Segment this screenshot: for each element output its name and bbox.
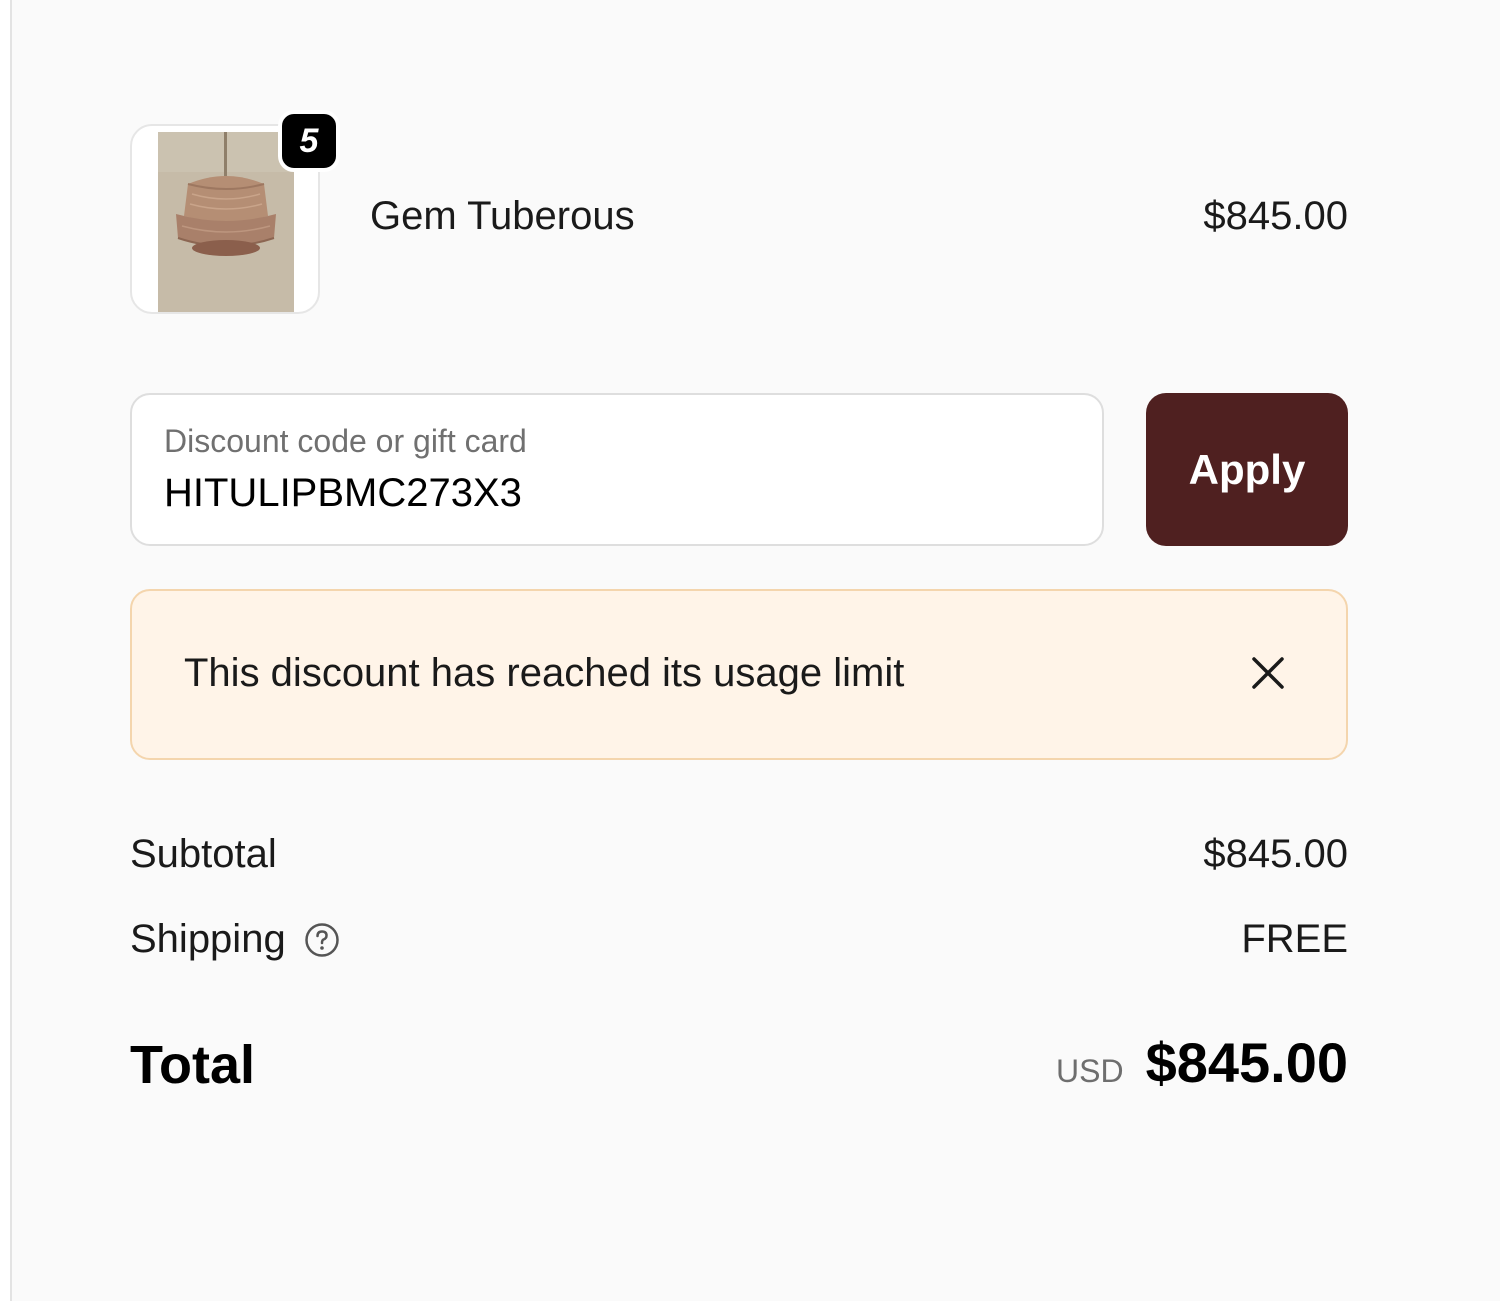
close-icon[interactable] — [1248, 653, 1288, 693]
discount-field-label: Discount code or gift card — [164, 423, 527, 459]
shipping-label-group: Shipping — [130, 917, 340, 962]
shipping-row: Shipping FREE — [130, 917, 1348, 967]
line-item: 5 Gem Tuberous $845.00 — [130, 110, 1348, 322]
total-label: Total — [130, 1035, 255, 1095]
quantity-badge: 5 — [278, 110, 340, 172]
apply-button[interactable]: Apply — [1146, 393, 1348, 546]
total-amount-group: USD $845.00 — [1056, 1030, 1348, 1095]
product-thumbnail: 5 — [130, 110, 340, 314]
discount-code-field[interactable]: Discount code or gift card HITULIPBMC273… — [130, 393, 1104, 546]
discount-row: Discount code or gift card HITULIPBMC273… — [130, 393, 1348, 546]
shipping-label: Shipping — [130, 917, 286, 961]
product-price: $845.00 — [1203, 194, 1348, 238]
shipping-value: FREE — [1241, 917, 1348, 961]
subtotal-label: Subtotal — [130, 832, 277, 876]
question-circle-icon[interactable] — [304, 922, 340, 958]
total-value: $845.00 — [1145, 1031, 1348, 1094]
total-row: Total USD $845.00 — [130, 1030, 1348, 1100]
discount-error-banner: This discount has reached its usage limi… — [130, 589, 1348, 760]
product-name: Gem Tuberous — [370, 194, 635, 238]
discount-field-value[interactable]: HITULIPBMC273X3 — [164, 471, 522, 516]
order-summary-panel: 5 Gem Tuberous $845.00 Discount code or … — [10, 0, 1500, 1301]
discount-error-message: This discount has reached its usage limi… — [184, 651, 905, 695]
product-image — [158, 132, 294, 312]
currency-code: USD — [1056, 1053, 1124, 1089]
subtotal-value: $845.00 — [1203, 832, 1348, 876]
pendant-lamp-image — [158, 132, 294, 312]
subtotal-row: Subtotal $845.00 — [130, 832, 1348, 882]
